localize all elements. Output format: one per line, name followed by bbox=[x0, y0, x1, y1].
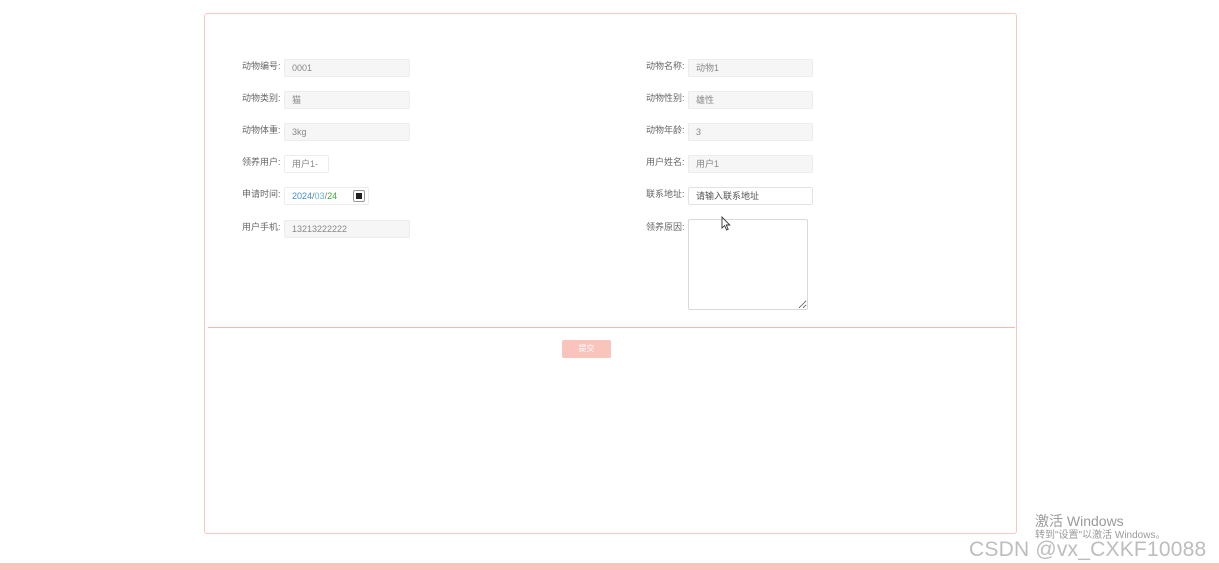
address-label: 联系地址: bbox=[646, 189, 685, 199]
animal-category-input[interactable]: 猫 bbox=[284, 91, 410, 109]
calendar-icon[interactable] bbox=[353, 190, 365, 202]
animal-category-label: 动物类别: bbox=[242, 93, 281, 103]
animal-id-label: 动物编号: bbox=[242, 61, 281, 71]
animal-age-label: 动物年龄: bbox=[646, 125, 685, 135]
apply-time-month: 03 bbox=[314, 191, 325, 201]
adopt-user-select[interactable]: 用户1- bbox=[284, 155, 329, 173]
adopt-reason-label: 领养原因: bbox=[646, 222, 685, 232]
user-phone-input[interactable]: 13213222222 bbox=[284, 220, 410, 238]
apply-time-day: 24 bbox=[327, 191, 338, 201]
csdn-watermark: CSDN @vx_CXKF10088 bbox=[969, 538, 1207, 561]
address-input[interactable]: 请输入联系地址 bbox=[688, 187, 813, 205]
animal-gender-label: 动物性别: bbox=[646, 93, 685, 103]
windows-activation-title: 激活 Windows bbox=[1035, 513, 1124, 529]
user-name-label: 用户姓名: bbox=[646, 157, 685, 167]
animal-weight-label: 动物体重: bbox=[242, 125, 281, 135]
mouse-cursor-icon bbox=[721, 216, 731, 231]
animal-age-input[interactable]: 3 bbox=[688, 123, 813, 141]
animal-name-label: 动物名称: bbox=[646, 61, 685, 71]
user-phone-label: 用户手机: bbox=[242, 222, 281, 232]
bottom-bar bbox=[0, 563, 1219, 570]
apply-time-label: 申请时间: bbox=[242, 189, 281, 199]
user-name-input[interactable]: 用户1 bbox=[688, 155, 813, 173]
form-divider bbox=[208, 327, 1015, 328]
animal-gender-input[interactable]: 雄性 bbox=[688, 91, 813, 109]
apply-time-date-input[interactable]: 2024/03/24 bbox=[284, 187, 369, 205]
animal-weight-input[interactable]: 3kg bbox=[284, 123, 410, 141]
adopt-user-label: 领养用户: bbox=[242, 157, 281, 167]
adopt-reason-textarea[interactable] bbox=[688, 219, 808, 310]
animal-name-input[interactable]: 动物1 bbox=[688, 59, 813, 77]
submit-button[interactable]: 提交 bbox=[562, 340, 611, 358]
apply-time-year: 2024 bbox=[292, 191, 313, 201]
animal-id-input[interactable]: 0001 bbox=[284, 59, 410, 77]
